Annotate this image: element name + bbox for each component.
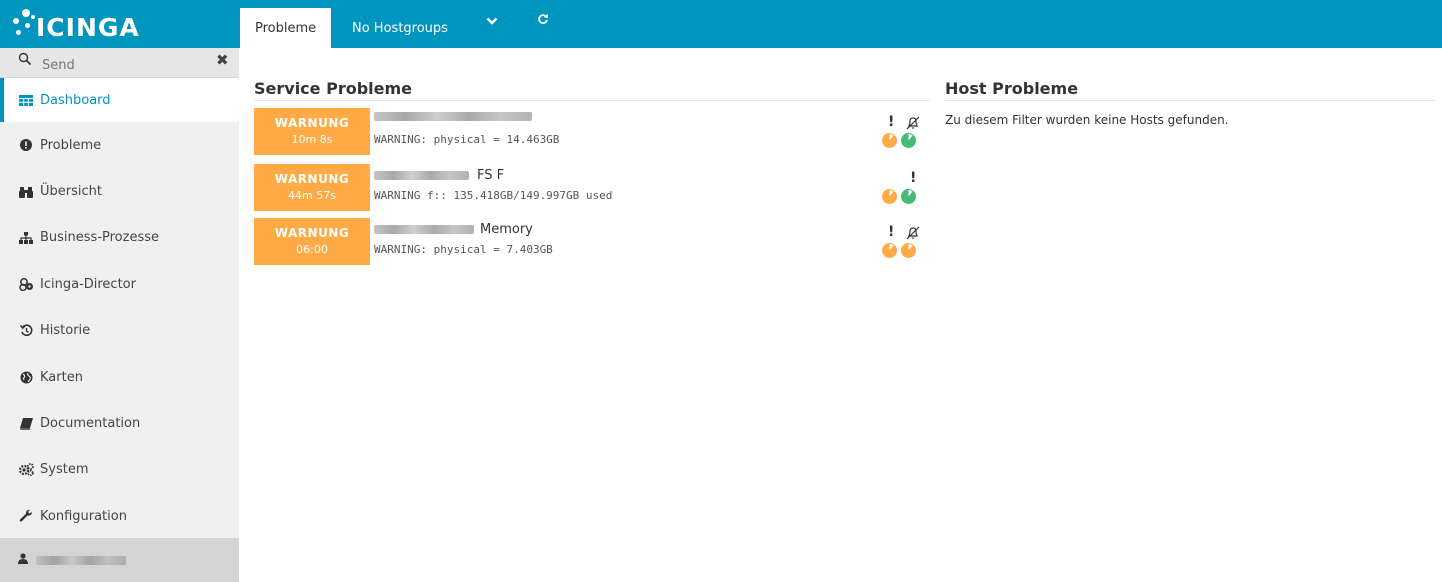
state-badge: WARNUNG 06:00 — [254, 218, 370, 265]
service-output: WARNING: physical = 14.463GB — [374, 133, 560, 146]
host-empty-message: Zu diesem Filter wurden keine Hosts gefu… — [945, 113, 1229, 127]
service-state-pie — [901, 189, 916, 204]
state-badge: WARNUNG 44m 57s — [254, 164, 370, 211]
state-duration: 10m 8s — [291, 133, 333, 146]
divider — [945, 100, 1435, 101]
state-duration: 06:00 — [296, 243, 328, 256]
sidebar-item-label: Karten — [40, 369, 83, 385]
sidebar-item-label: Historie — [40, 323, 91, 339]
redacted-text — [374, 225, 474, 234]
redacted-text — [374, 112, 532, 121]
sidebar-item-uebersicht[interactable]: Übersicht — [0, 168, 239, 214]
sidebar-item-label: Probleme — [40, 137, 102, 153]
top-bar: Probleme No Hostgroups — [239, 0, 1442, 48]
acknowledged-icon: ! — [888, 224, 895, 240]
state-label: WARNUNG — [274, 116, 350, 130]
service-problems-title: Service Probleme — [254, 79, 413, 98]
acknowledged-icon: ! — [888, 114, 895, 130]
sidebar-nav: Dashboard Probleme Übersicht Business-Pr… — [0, 78, 239, 540]
chevron-down-icon[interactable] — [486, 15, 498, 30]
tab-no-hostgroups[interactable]: No Hostgroups — [352, 8, 448, 48]
user-name-redacted — [36, 555, 126, 565]
state-duration: 44m 57s — [288, 189, 336, 202]
sidebar-item-label: Icinga-Director — [40, 276, 136, 292]
alert-circle-icon — [18, 138, 34, 152]
sidebar-item-konfiguration[interactable]: Konfiguration — [0, 493, 239, 539]
sidebar-item-label: Dashboard — [40, 92, 111, 108]
tab-label: No Hostgroups — [352, 20, 448, 36]
sidebar-item-label: Documentation — [40, 416, 141, 432]
state-badge: WARNUNG 10m 8s — [254, 108, 370, 155]
sidebar-item-probleme[interactable]: Probleme — [0, 122, 239, 168]
service-state-pie — [901, 133, 916, 148]
book-icon — [18, 417, 34, 431]
sidebar-item-label: Übersicht — [40, 184, 102, 200]
gears-icon — [18, 463, 34, 477]
host-state-pie — [882, 189, 897, 204]
sidebar-item-label: System — [40, 462, 89, 478]
binoculars-icon — [18, 185, 34, 199]
sitemap-icon — [18, 231, 34, 245]
tab-label: Probleme — [255, 20, 317, 36]
service-name: Memory — [480, 222, 533, 237]
sidebar: icinga ✖ Dashboard Probleme Übersicht — [0, 0, 239, 582]
service-output: WARNING f:: 135.418GB/149.997GB used — [374, 189, 613, 202]
sidebar-item-icinga-director[interactable]: Icinga-Director — [0, 261, 239, 307]
state-label: WARNUNG — [274, 226, 350, 240]
cogs-group-icon — [18, 277, 34, 291]
host-problems-title: Host Probleme — [945, 79, 1079, 98]
logo-bar: icinga — [0, 0, 239, 48]
sidebar-item-business-prozesse[interactable]: Business-Prozesse — [0, 215, 239, 261]
service-state-pie — [901, 243, 916, 258]
notifications-disabled-icon — [906, 116, 920, 134]
search-icon — [18, 52, 32, 66]
host-state-pie — [882, 243, 897, 258]
wrench-icon — [18, 509, 34, 523]
sidebar-item-karten[interactable]: Karten — [0, 354, 239, 400]
service-title[interactable] — [374, 112, 538, 121]
state-label: WARNUNG — [274, 172, 350, 186]
service-flags: ! — [882, 168, 926, 208]
service-name: FS F — [477, 168, 505, 183]
service-title[interactable]: Memory — [374, 222, 533, 237]
sidebar-item-documentation[interactable]: Documentation — [0, 400, 239, 446]
service-flags: ! — [882, 112, 926, 152]
globe-icon — [18, 370, 34, 384]
close-icon[interactable]: ✖ — [216, 51, 229, 69]
notifications-disabled-icon — [906, 226, 920, 244]
sidebar-item-dashboard[interactable]: Dashboard — [0, 78, 239, 122]
sidebar-item-label: Business-Prozesse — [40, 230, 160, 246]
refresh-icon[interactable] — [537, 13, 549, 29]
icinga-logo[interactable]: icinga — [10, 5, 140, 43]
redacted-text — [374, 171, 469, 180]
host-state-pie — [882, 133, 897, 148]
user-icon — [18, 552, 28, 568]
sidebar-item-system[interactable]: System — [0, 447, 239, 493]
history-icon — [18, 324, 34, 338]
sidebar-item-user[interactable] — [0, 538, 239, 582]
tab-probleme[interactable]: Probleme — [240, 8, 332, 48]
service-row[interactable]: WARNUNG 10m 8s WARNING: physical = 14.46… — [254, 108, 928, 155]
divider — [254, 100, 930, 101]
logo-text: icinga — [36, 12, 140, 42]
search-input[interactable] — [42, 55, 192, 75]
logo-dots-icon — [10, 6, 36, 42]
service-flags: ! — [882, 222, 926, 262]
sidebar-item-historie[interactable]: Historie — [0, 308, 239, 354]
acknowledged-icon: ! — [910, 170, 917, 186]
service-row[interactable]: WARNUNG 06:00 Memory WARNING: physical =… — [254, 218, 928, 265]
service-output: WARNING: physical = 7.403GB — [374, 243, 553, 256]
search-bar: ✖ — [0, 48, 239, 78]
sidebar-item-label: Konfiguration — [40, 508, 127, 524]
grid-icon — [18, 93, 34, 107]
service-row[interactable]: WARNUNG 44m 57s FS F WARNING f:: 135.418… — [254, 164, 928, 211]
service-title[interactable]: FS F — [374, 168, 504, 183]
